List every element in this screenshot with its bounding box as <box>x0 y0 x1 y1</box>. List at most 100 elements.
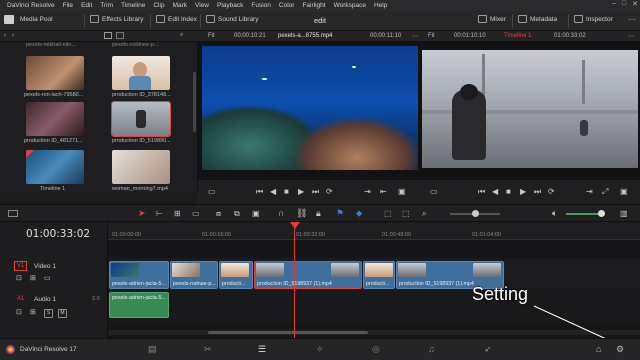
more-options-icon[interactable]: ⋯ <box>628 15 636 24</box>
media-clip-thumbnail[interactable] <box>112 150 170 184</box>
timeline-name[interactable]: Timeline 1 <box>504 33 531 39</box>
media-clip-thumbnail[interactable] <box>26 102 84 136</box>
rewind-icon[interactable]: ◀ <box>492 188 498 196</box>
menu-mark[interactable]: Mark <box>169 2 191 9</box>
maximize-icon[interactable]: □ <box>622 0 626 8</box>
jump-end-icon[interactable]: ⏭ <box>534 188 541 196</box>
grid-view-icon[interactable] <box>104 32 112 39</box>
source-viewer[interactable] <box>198 42 420 180</box>
snapping-icon[interactable]: ∩ <box>278 208 284 218</box>
auto-select-icon[interactable]: ⊞ <box>30 274 36 282</box>
media-clip-thumbnail[interactable] <box>26 56 84 90</box>
settings-gear-icon[interactable]: ⚙ <box>616 344 624 355</box>
playhead-line[interactable] <box>294 222 295 338</box>
zoom-slider-handle[interactable] <box>472 210 479 217</box>
menu-timeline[interactable]: Timeline <box>117 2 149 9</box>
timeline-options-icon[interactable]: ⋯ <box>628 33 634 40</box>
video-clip[interactable]: producti... <box>219 261 253 289</box>
audio-clip[interactable]: pexels-adrien-jacta-5... <box>109 292 169 318</box>
color-page-icon[interactable]: ◎ <box>372 344 380 355</box>
timeline-scrollbar-thumb[interactable] <box>208 331 368 334</box>
match-frame-icon[interactable]: ⇥ <box>586 188 593 196</box>
app-menu[interactable]: DaVinci Resolve <box>3 2 59 9</box>
zoom-custom-icon[interactable]: ⌕ <box>422 209 426 219</box>
selection-tool-icon[interactable]: ➤ <box>138 208 146 219</box>
source-options-icon[interactable]: ⋯ <box>412 33 418 40</box>
stop-icon[interactable]: ■ <box>506 188 511 196</box>
menu-workspace[interactable]: Workspace <box>330 2 370 9</box>
overwrite-icon[interactable]: ⧉ <box>234 209 240 219</box>
timeline-viewer[interactable] <box>420 42 640 180</box>
menu-clip[interactable]: Clip <box>149 2 168 9</box>
replace-clip-icon[interactable]: ▣ <box>398 188 406 196</box>
rewind-icon[interactable]: ◀ <box>270 188 276 196</box>
fullscreen-icon[interactable]: ⤢ <box>602 188 608 196</box>
back-icon[interactable]: ‹ <box>4 33 6 39</box>
home-icon[interactable]: ⌂ <box>596 344 601 354</box>
blade-tool-icon[interactable]: ▭ <box>192 209 200 218</box>
media-page-icon[interactable]: ▤ <box>148 344 157 355</box>
loop-icon[interactable]: ⟳ <box>326 188 333 196</box>
list-view-icon[interactable] <box>116 32 124 39</box>
media-clip-thumbnail[interactable] <box>112 56 170 90</box>
volume-slider-handle[interactable] <box>598 210 605 217</box>
timeline-thumbnail[interactable] <box>26 150 84 184</box>
replace-icon[interactable]: ▣ <box>252 209 260 218</box>
lock-icon[interactable]: ⊡ <box>16 308 22 316</box>
zoom-full-icon[interactable]: ⬚ <box>384 209 392 218</box>
playhead-handle[interactable] <box>290 222 300 229</box>
media-pool-scrollbar[interactable] <box>193 72 196 132</box>
video-clip-selected[interactable]: production ID_5198937 (1).mp4 <box>254 261 362 289</box>
menu-fusion[interactable]: Fusion <box>247 2 275 9</box>
viewer-options-icon[interactable]: ▣ <box>620 188 628 196</box>
menu-fairlight[interactable]: Fairlight <box>298 2 329 9</box>
position-lock-icon[interactable]: 🔒︎ <box>316 208 321 219</box>
audio-track-id[interactable]: A1 <box>14 295 27 305</box>
forward-icon[interactable]: › <box>12 33 14 39</box>
video-clip[interactable]: pexels-adrien-jacta-5... <box>109 261 169 289</box>
play-icon[interactable]: ▶ <box>298 188 304 196</box>
jump-end-icon[interactable]: ⏭ <box>312 188 319 196</box>
flag-icon[interactable]: ⚑ <box>336 208 344 219</box>
deliver-page-icon[interactable]: ➶ <box>484 344 492 355</box>
volume-icon[interactable]: 🔈︎ <box>552 208 557 219</box>
menu-help[interactable]: Help <box>370 2 391 9</box>
play-icon[interactable]: ▶ <box>520 188 526 196</box>
loop-icon[interactable]: ⟳ <box>548 188 555 196</box>
menu-playback[interactable]: Playback <box>213 2 247 9</box>
trim-tool-icon[interactable]: ⊢ <box>156 209 163 218</box>
video-clip[interactable]: pexels-rodnae-p... <box>170 261 218 289</box>
inspector-button[interactable]: Inspector <box>574 15 613 23</box>
display-mode-icon[interactable]: ▭ <box>430 188 438 196</box>
menu-trim[interactable]: Trim <box>96 2 117 9</box>
menu-view[interactable]: View <box>191 2 213 9</box>
solo-button[interactable]: S <box>44 309 53 318</box>
cut-page-icon[interactable]: ✂ <box>204 344 212 355</box>
insert-icon[interactable]: ⧈ <box>216 209 221 219</box>
timeline-ruler[interactable] <box>108 222 640 240</box>
stop-icon[interactable]: ■ <box>284 188 289 196</box>
zoom-detail-icon[interactable]: ⬚ <box>402 209 410 218</box>
minimize-icon[interactable]: – <box>612 0 616 8</box>
track-visibility-icon[interactable]: ▭ <box>44 274 51 282</box>
display-mode-icon[interactable]: ▭ <box>208 188 216 196</box>
video-clip[interactable]: producti... <box>363 261 395 289</box>
linked-selection-icon[interactable]: ⛓ <box>296 208 307 219</box>
timeline-fit-dropdown[interactable]: Fit <box>428 33 435 39</box>
menu-edit[interactable]: Edit <box>77 2 96 9</box>
marker-icon[interactable]: ⬥ <box>356 208 362 219</box>
video-track-id[interactable]: V1 <box>14 261 27 271</box>
menu-color[interactable]: Color <box>275 2 299 9</box>
source-fit-dropdown[interactable]: Fit <box>208 33 215 39</box>
search-icon[interactable]: ⌕ <box>180 32 183 39</box>
jump-start-icon[interactable]: ⏮ <box>478 188 485 196</box>
audio-track-name[interactable]: Audio 1 <box>34 296 56 303</box>
jump-start-icon[interactable]: ⏮ <box>256 188 263 196</box>
lock-icon[interactable]: ⊡ <box>16 274 22 282</box>
overwrite-clip-icon[interactable]: ⇤ <box>380 188 387 196</box>
dynamic-trim-icon[interactable]: ⊞ <box>174 209 181 218</box>
timeline-view-options-icon[interactable] <box>8 210 18 217</box>
fusion-page-icon[interactable]: ✧ <box>316 344 324 355</box>
media-clip-thumbnail-selected[interactable] <box>111 101 171 137</box>
audio-meter-icon[interactable]: ▥ <box>620 209 628 218</box>
